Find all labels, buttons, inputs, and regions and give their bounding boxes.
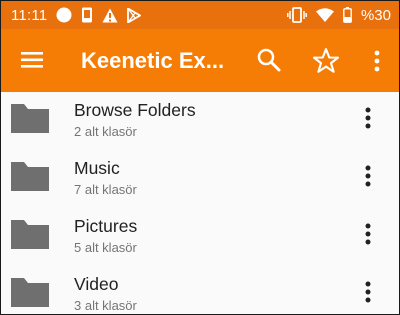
folder-subtitle: 3 alt klasör [74,298,137,313]
folder-subtitle: 2 alt klasör [74,124,137,139]
status-time: 11:11 [11,6,48,24]
status-bar: 11:11 %30 [1,1,399,29]
folder-list: Browse Folders 2 alt klasör Music 7 alt … [1,92,399,314]
folder-name: Music [74,158,120,178]
folder-subtitle: 7 alt klasör [74,182,137,197]
play-store-icon [127,7,142,23]
phone-icon [81,7,93,23]
wifi-icon [315,8,334,22]
battery-icon [343,7,352,23]
star-icon[interactable] [311,46,341,76]
folder-subtitle: 5 alt klasör [74,240,137,255]
folder-icon [9,101,51,135]
app-bar: Keenetic Ex... [1,29,399,92]
more-vert-icon[interactable] [359,162,377,190]
folder-name: Video [74,274,119,294]
menu-icon[interactable] [19,49,45,71]
more-vert-icon[interactable] [369,47,385,75]
more-vert-icon[interactable] [359,104,377,132]
circle-icon [56,7,72,23]
app-window: 11:11 %30 Keenetic Ex... Browse Folders … [0,0,400,315]
vibrate-icon [287,7,307,23]
warning-icon [102,8,118,23]
folder-name: Browse Folders [74,100,196,120]
list-item[interactable]: Music 7 alt klasör [1,150,399,208]
more-vert-icon[interactable] [359,220,377,248]
search-icon[interactable] [255,46,283,74]
page-title: Keenetic Ex... [81,48,225,73]
more-vert-icon[interactable] [359,278,377,306]
list-item[interactable]: Pictures 5 alt klasör [1,208,399,266]
list-item[interactable]: Browse Folders 2 alt klasör [1,92,399,150]
folder-icon [9,159,51,193]
battery-percent: %30 [360,6,391,24]
folder-icon [9,217,51,251]
list-item[interactable]: Video 3 alt klasör [1,266,399,314]
folder-name: Pictures [74,216,138,236]
folder-icon [9,275,51,309]
